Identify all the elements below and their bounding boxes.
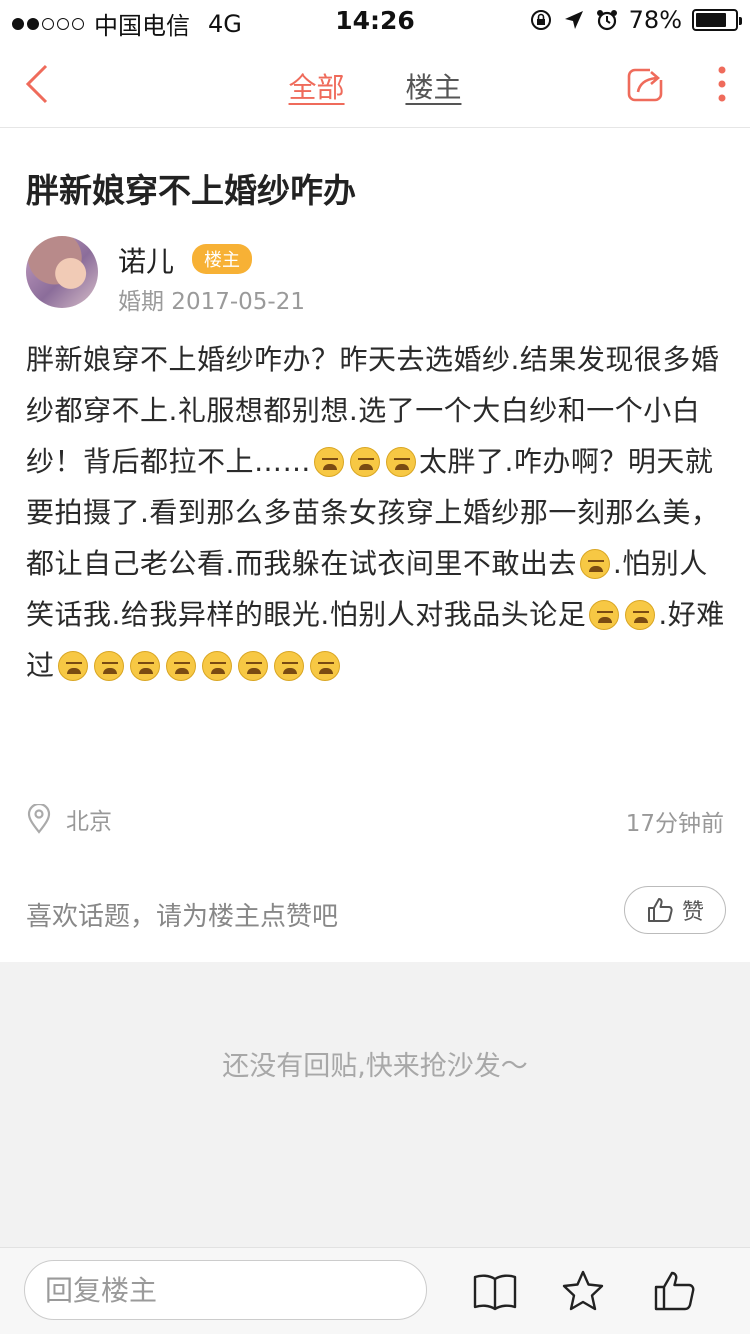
- crying-emoji-icon: [57, 651, 88, 681]
- post-body: 胖新娘穿不上婚纱咋办？昨天去选婚纱.结果发现很多婚纱都穿不上.礼服想都别想.选了…: [26, 334, 730, 691]
- nav-bar: 全部 楼主: [0, 40, 750, 128]
- battery-percent: 78%: [628, 6, 682, 34]
- status-right: 78%: [529, 6, 742, 34]
- location-text: 北京: [66, 809, 112, 835]
- reply-area: 还没有回贴,快来抢沙发～: [0, 962, 750, 1247]
- crying-emoji-icon: [201, 651, 232, 681]
- more-options-icon[interactable]: [712, 64, 732, 108]
- empty-replies-text: 还没有回贴,快来抢沙发～: [222, 1051, 528, 1082]
- op-badge: 楼主: [192, 244, 252, 274]
- crying-emoji-icon: [237, 651, 268, 681]
- status-bar: 中国电信 4G 14:26 78%: [0, 0, 750, 40]
- crying-emoji-icon: [589, 600, 620, 630]
- book-icon[interactable]: [472, 1268, 518, 1314]
- thumbs-up-icon[interactable]: [652, 1268, 698, 1314]
- battery-icon: [692, 9, 742, 31]
- share-icon[interactable]: [626, 64, 666, 104]
- crying-emoji-icon: [314, 447, 345, 477]
- star-icon[interactable]: [560, 1268, 606, 1314]
- tab-op-only[interactable]: 楼主: [405, 66, 461, 106]
- crying-emoji-icon: [165, 651, 196, 681]
- location-pin-icon: [27, 804, 51, 834]
- location-arrow-icon: [564, 11, 583, 29]
- author-avatar[interactable]: [26, 236, 98, 308]
- crying-emoji-icon: [350, 447, 381, 477]
- wedding-date: 婚期 2017-05-21: [118, 289, 305, 315]
- post-title: 胖新娘穿不上婚纱咋办: [26, 171, 356, 210]
- thumbs-up-icon: [647, 898, 673, 922]
- like-button-label: 赞: [681, 900, 704, 925]
- crying-emoji-icon: [625, 600, 656, 630]
- alarm-icon: [596, 10, 617, 31]
- like-prompt: 喜欢话题，请为楼主点赞吧: [26, 902, 339, 932]
- post-location: 北京: [26, 802, 112, 836]
- post-time: 17分钟前: [625, 811, 724, 837]
- bottom-bar: [0, 1247, 750, 1334]
- crying-emoji-icon: [129, 651, 160, 681]
- reply-input[interactable]: [24, 1260, 427, 1320]
- author-name[interactable]: 诺儿: [118, 240, 174, 280]
- crying-emoji-icon: [93, 651, 124, 681]
- like-button[interactable]: 赞: [624, 886, 726, 934]
- rotation-lock-icon: [530, 10, 551, 30]
- crying-emoji-icon: [309, 651, 340, 681]
- crying-emoji-icon: [386, 447, 417, 477]
- crying-emoji-icon: [273, 651, 304, 681]
- tab-all[interactable]: 全部: [289, 66, 345, 106]
- crying-emoji-icon: [579, 549, 610, 579]
